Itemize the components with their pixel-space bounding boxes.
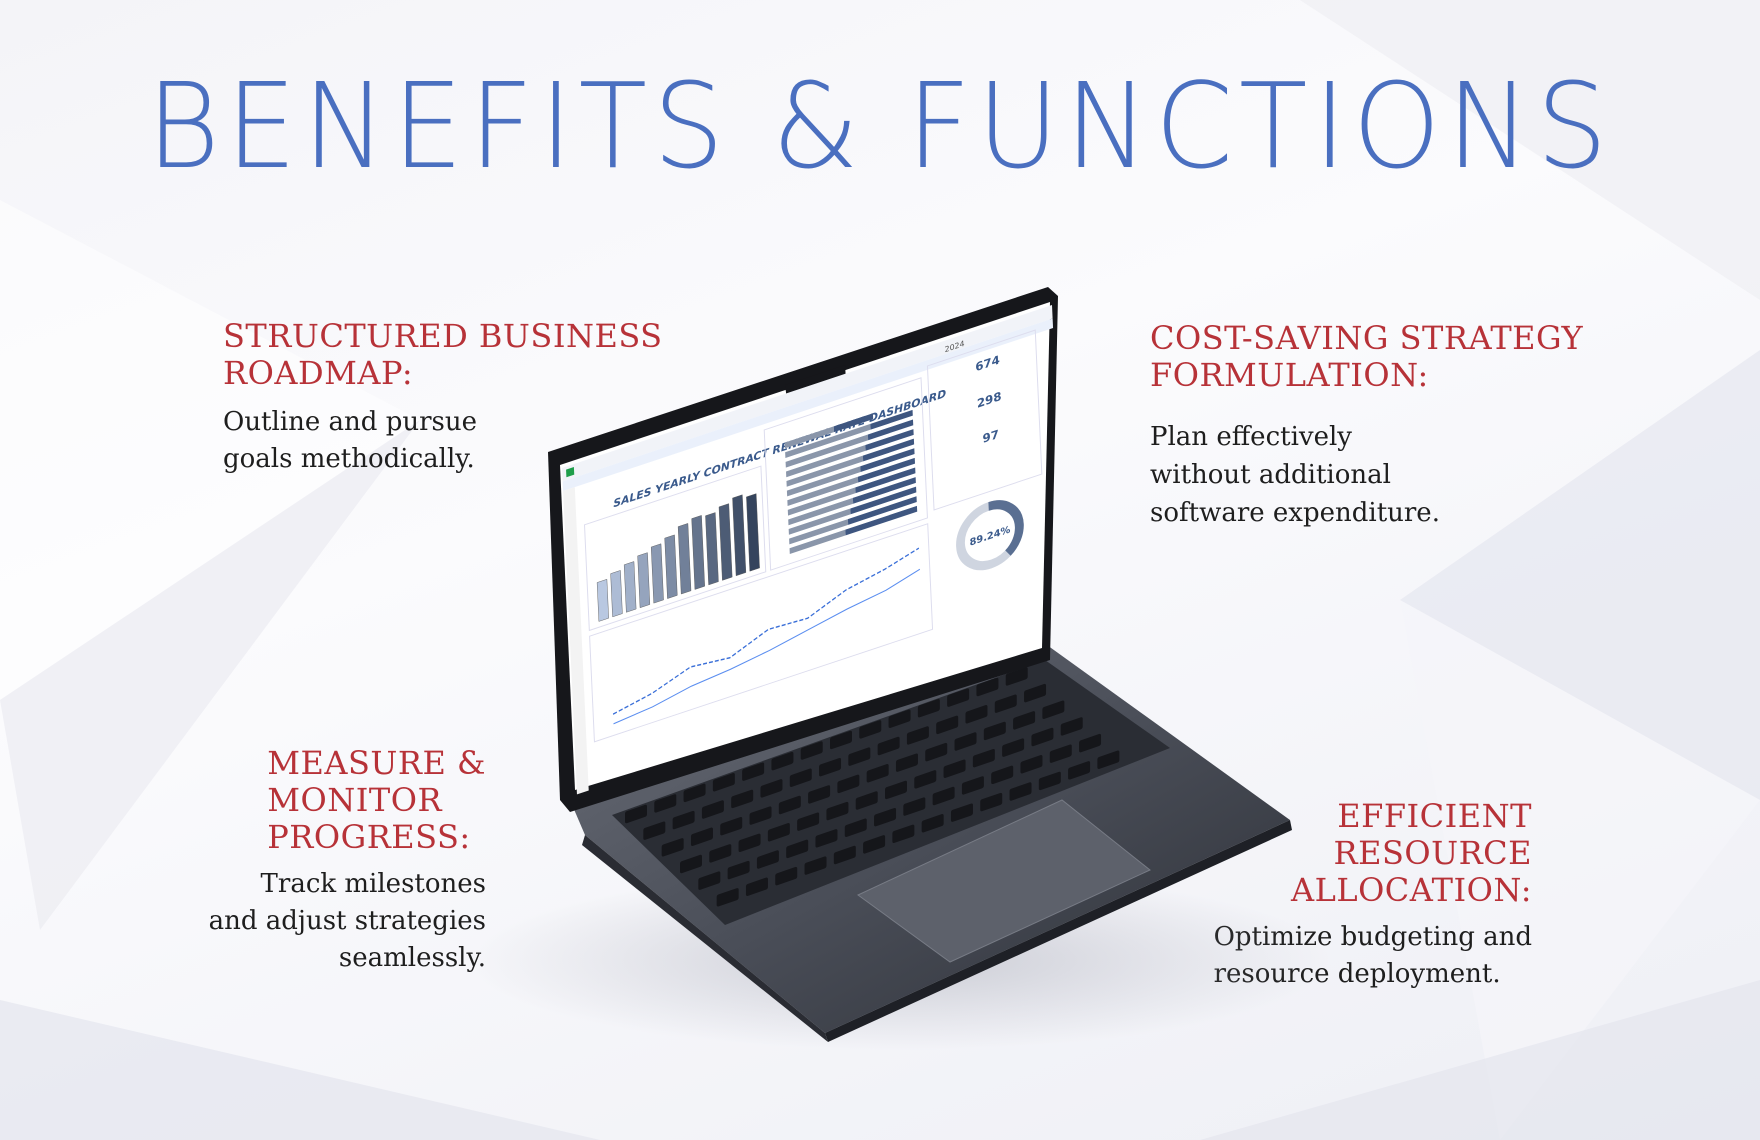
- laptop-illustration: SALES YEARLY CONTRACT RENEWAL RATE DASHB…: [470, 287, 1330, 1050]
- bar: [596, 579, 609, 622]
- bar: [623, 561, 637, 613]
- bar: [610, 570, 623, 618]
- bar: [637, 552, 651, 608]
